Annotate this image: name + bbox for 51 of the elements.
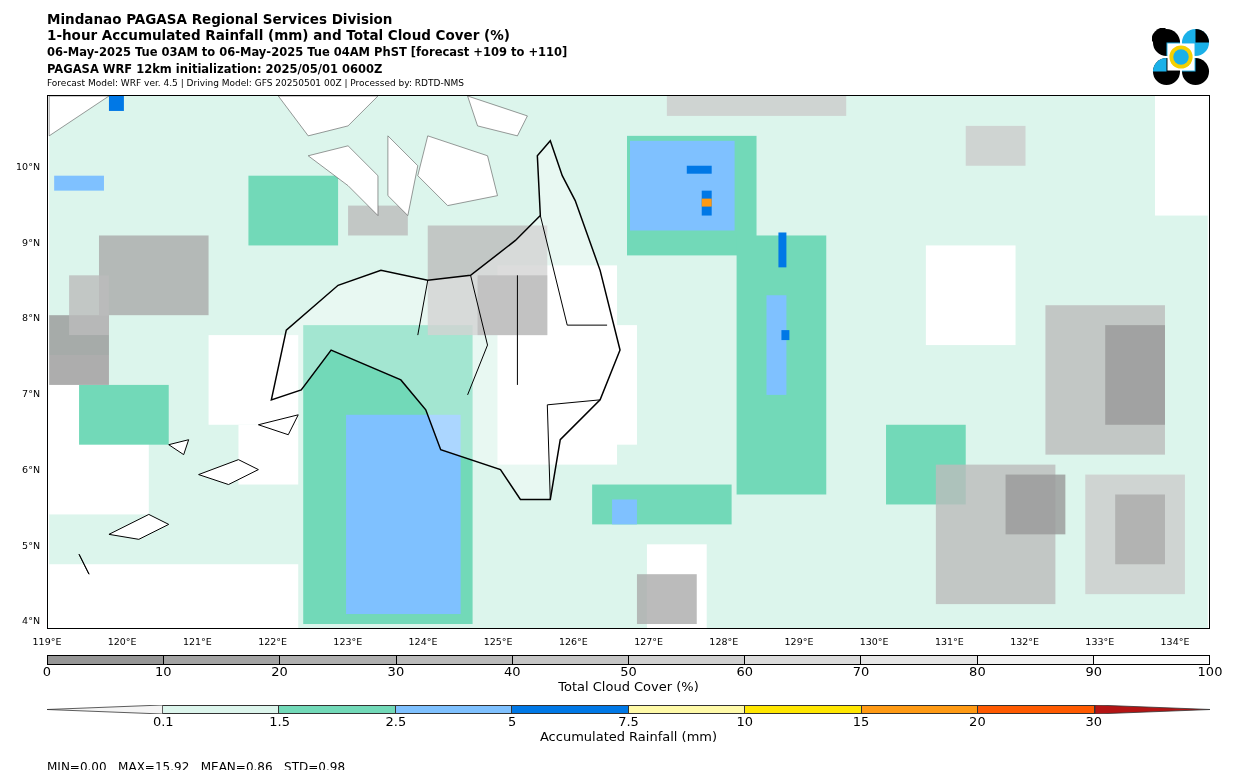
colorbar-tick-label: 90 [1085,665,1102,679]
colorbar-tick-label: 0 [42,665,52,679]
longitude-label: 123°E [333,636,363,647]
latitude-label: 6°N [22,463,40,475]
colorbar-tick-label: 30 [387,665,405,679]
latitude-label: 5°N [22,539,40,551]
latitude-label: 10°N [16,161,40,172]
colorbar-tick-label: 20 [271,665,288,679]
longitude-label: 129°E [784,636,814,647]
colorbar-tick-label: 60 [736,665,754,679]
model-info: Forecast Model: WRF ver. 4.5 | Driving Model: GFS 20250501 00Z | Processed by: RDTD-NMS [47,77,465,89]
longitude-label: 126°E [558,636,588,647]
colorbar-label: Total Cloud Cover (%) [557,679,700,695]
colorbar-tick-label: 15 [852,715,870,729]
colorbar-tick-label: 50 [620,665,637,679]
colorbar-tick-label: 80 [969,665,986,679]
latitude-label: 8°N [22,312,40,324]
longitude-label: 131°E [934,636,964,647]
seal-logo-icon [1152,28,1210,86]
colorbar-tick-label: 40 [503,665,521,679]
colorbar-label: Accumulated Rainfall (mm) [538,729,719,745]
longitude-label: 121°E [182,636,212,647]
longitude-label: 127°E [634,636,664,647]
latitude-label: 4°N [22,615,40,627]
longitude-label: 122°E [258,636,288,647]
forecast-period: 06-May-2025 Tue 03AM to 06-May-2025 Tue 04AM PhST [forecast +109 to +110] [47,44,568,60]
colorbar-tick-label: 1.5 [269,715,290,729]
longitude-label: 128°E [709,636,739,647]
colorbar-tick-label: 10 [736,715,754,729]
longitude-label: 133°E [1085,636,1115,647]
longitude-label: 132°E [1010,636,1040,647]
colorbar-tick-label: 70 [852,665,870,679]
chart-subtitle: 1-hour Accumulated Rainfall (mm) and Total Cloud Cover (%) [47,27,511,43]
colorbar-tick-label: 100 [1197,665,1223,679]
longitude-label: 119°E [32,636,62,647]
longitude-label: 125°E [483,636,513,647]
longitude-label: 124°E [408,636,438,647]
colorbar-tick-label: 10 [155,665,172,679]
longitude-label: 134°E [1160,636,1190,647]
latitude-label: 7°N [22,388,40,400]
colorbar-tick-label: 0.1 [152,715,174,729]
longitude-label: 130°E [859,636,889,647]
colorbar-tick-label: 2.5 [385,715,407,729]
latitude-label: 9°N [22,236,40,248]
colorbar-tick-label: 5 [508,715,517,729]
colorbar-tick-label: 30 [1085,715,1102,729]
longitude-label: 120°E [107,636,137,647]
colorbar-tick-label: 7.5 [618,715,639,729]
colorbar-tick-label: 20 [969,715,986,729]
chart-title: Mindanao PAGASA Regional Services Division [47,11,394,27]
initialization-text: PAGASA WRF 12km initialization: 2025/05/01 0600Z [47,61,384,77]
